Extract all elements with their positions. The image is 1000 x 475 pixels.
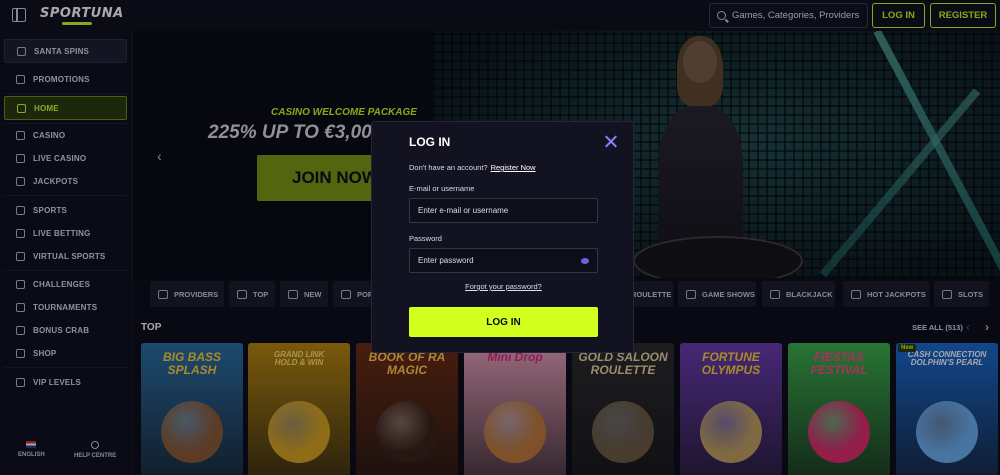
no-account-text: Don't have an account? Register Now <box>409 163 536 172</box>
password-field[interactable] <box>409 248 598 273</box>
password-label: Password <box>409 234 442 243</box>
password-input[interactable] <box>418 256 578 265</box>
register-now-link[interactable]: Register Now <box>491 163 536 172</box>
page: SPORTUNA LOG IN REGISTER SANTA SPINS PRO… <box>0 0 1000 475</box>
forgot-password-link[interactable]: Forgot your password? <box>372 282 635 291</box>
no-account-label: Don't have an account? <box>409 163 488 172</box>
close-icon[interactable] <box>604 135 617 148</box>
login-modal: LOG IN Don't have an account? Register No… <box>371 121 634 353</box>
eye-icon[interactable] <box>581 258 589 264</box>
email-input[interactable] <box>418 206 578 215</box>
modal-title: LOG IN <box>409 135 451 149</box>
email-label: E-mail or username <box>409 184 475 193</box>
email-field[interactable] <box>409 198 598 223</box>
login-submit-button[interactable]: LOG IN <box>409 307 598 337</box>
